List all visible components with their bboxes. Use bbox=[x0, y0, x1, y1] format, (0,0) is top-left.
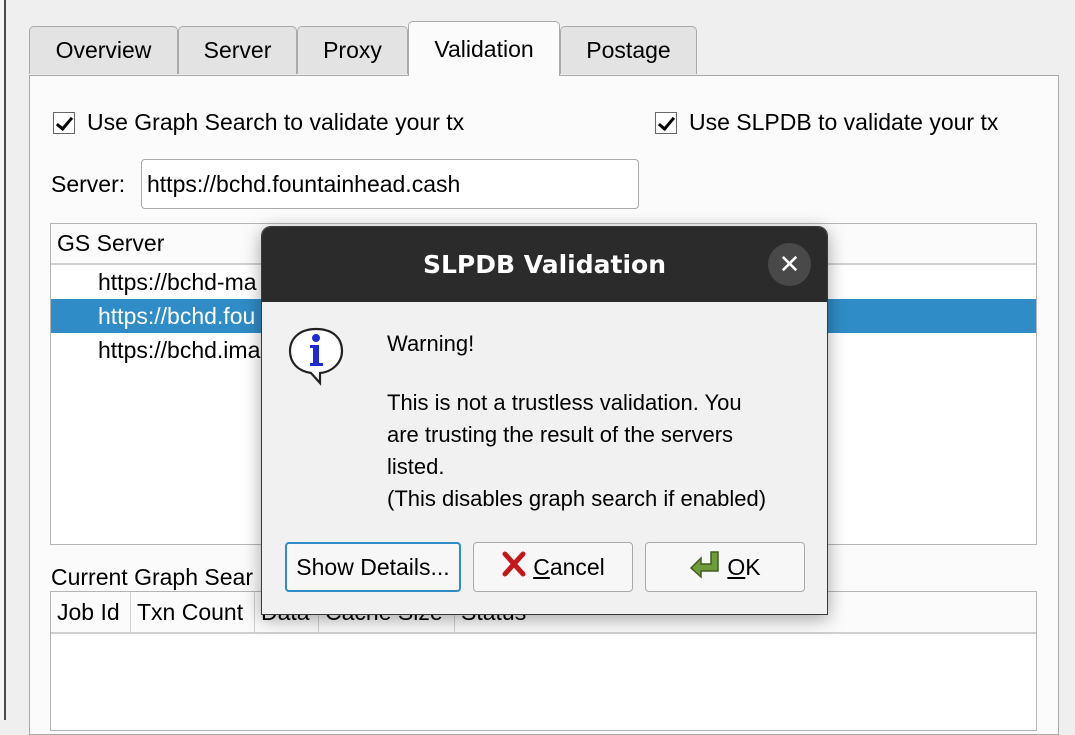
list-item-text: https://bchd.ima bbox=[98, 336, 261, 363]
close-icon[interactable]: ✕ bbox=[768, 243, 811, 286]
column-header-label: Txn Count bbox=[137, 598, 244, 625]
show-details-label: Show Details... bbox=[296, 553, 450, 580]
window-left-border bbox=[0, 0, 6, 720]
slpdb-check-label: Use SLPDB to validate your tx bbox=[689, 109, 999, 135]
cancel-button[interactable]: Cancel bbox=[473, 542, 633, 592]
dialog-body-line: This is not a trustless validation. You bbox=[387, 390, 742, 415]
cancel-label-rest: ancel bbox=[549, 553, 605, 580]
tab-label: Validation bbox=[434, 35, 534, 62]
tab-overview[interactable]: Overview bbox=[29, 26, 178, 74]
dialog-heading: Warning! bbox=[387, 331, 475, 356]
cancel-mnemonic: C bbox=[533, 553, 550, 580]
close-glyph: ✕ bbox=[778, 249, 801, 280]
server-input-value: https://bchd.fountainhead.cash bbox=[147, 170, 461, 197]
ok-arrow-icon bbox=[689, 549, 721, 585]
list-item-text: https://bchd-ma bbox=[98, 268, 257, 295]
tab-label: Postage bbox=[586, 37, 671, 63]
checkbox-checked-icon[interactable] bbox=[655, 111, 677, 134]
tab-proxy[interactable]: Proxy bbox=[297, 26, 408, 74]
jobs-label: Current Graph Sear bbox=[51, 564, 253, 590]
checkbox-checked-icon[interactable] bbox=[53, 111, 75, 134]
ok-mnemonic: O bbox=[727, 553, 746, 580]
ok-label-rest: K bbox=[745, 553, 761, 580]
info-icon bbox=[284, 323, 348, 393]
server-label: Server: bbox=[51, 171, 126, 197]
cancel-label: Cancel bbox=[533, 554, 605, 581]
list-item-text: https://bchd.fou bbox=[98, 302, 256, 329]
tab-postage[interactable]: Postage bbox=[560, 26, 697, 74]
tab-label: Server bbox=[203, 37, 272, 63]
ok-label: OK bbox=[727, 554, 760, 581]
graph-search-check-label: Use Graph Search to validate your tx bbox=[87, 109, 465, 135]
ok-button[interactable]: OK bbox=[645, 542, 805, 592]
server-input[interactable]: https://bchd.fountainhead.cash bbox=[141, 159, 639, 209]
slpdb-checkbox[interactable]: Use SLPDB to validate your tx bbox=[655, 109, 998, 136]
dialog-body-line: listed. bbox=[387, 454, 445, 479]
tab-server[interactable]: Server bbox=[178, 26, 297, 74]
column-header-txn-count[interactable]: Txn Count bbox=[131, 592, 255, 632]
graph-search-checkbox[interactable]: Use Graph Search to validate your tx bbox=[53, 109, 464, 136]
tab-validation[interactable]: Validation bbox=[408, 21, 560, 76]
dialog-titlebar: SLPDB Validation ✕ bbox=[262, 227, 827, 302]
column-header-label: Job Id bbox=[57, 598, 120, 625]
dialog-title: SLPDB Validation bbox=[422, 250, 667, 279]
cancel-x-icon bbox=[501, 551, 527, 583]
dialog-body-line: are trusting the result of the servers bbox=[387, 422, 734, 447]
dialog-body-line: (This disables graph search if enabled) bbox=[387, 486, 767, 511]
tab-label: Overview bbox=[55, 37, 152, 63]
slpdb-validation-dialog: SLPDB Validation ✕ Warning! This is not … bbox=[261, 226, 828, 615]
show-details-button[interactable]: Show Details... bbox=[285, 542, 461, 592]
column-header-job-id[interactable]: Job Id bbox=[51, 592, 131, 632]
tab-label: Proxy bbox=[323, 37, 382, 63]
gs-server-header-label: GS Server bbox=[57, 230, 165, 256]
